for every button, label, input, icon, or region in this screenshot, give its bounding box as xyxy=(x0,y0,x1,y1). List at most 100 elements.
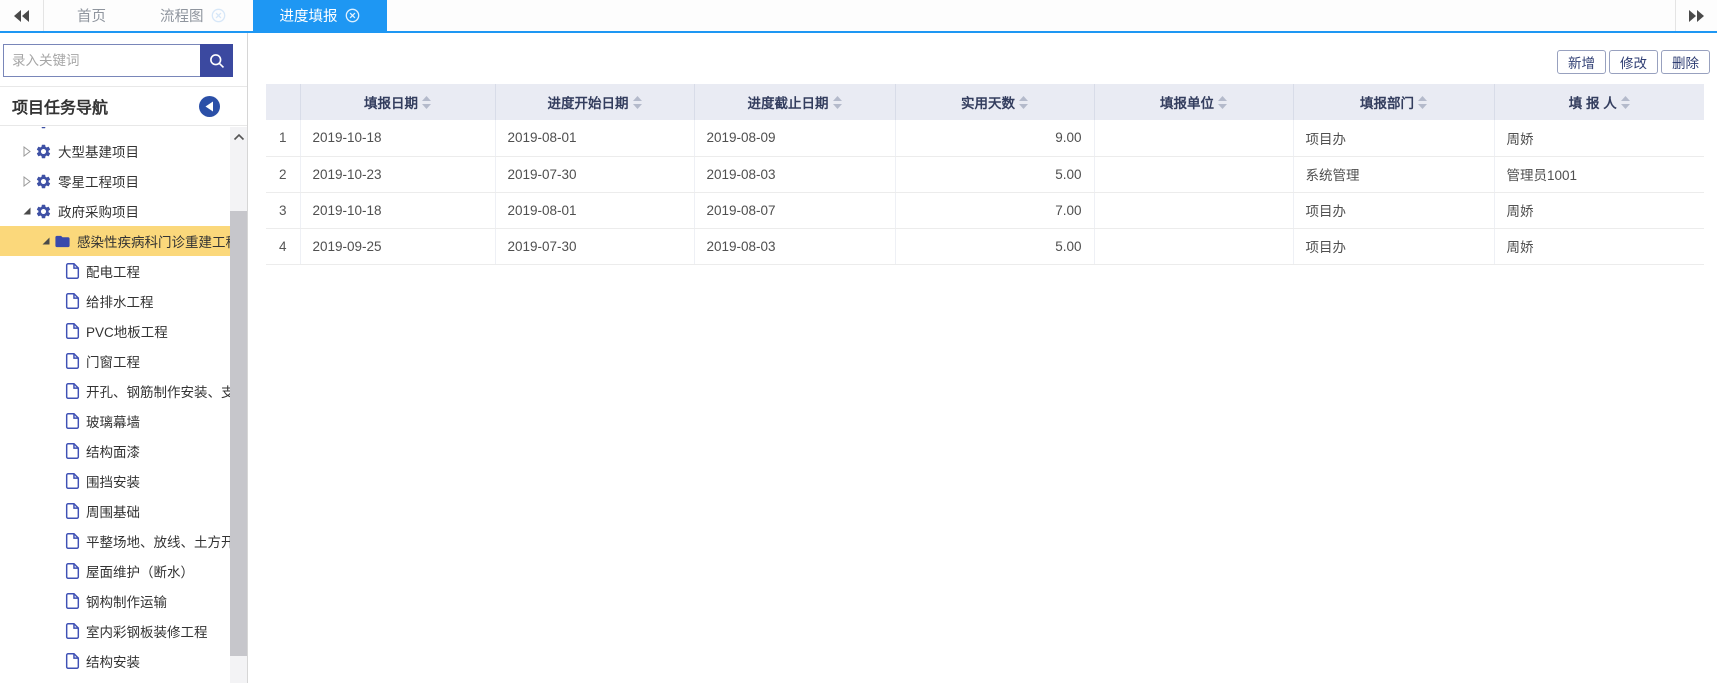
column-label: 进度截止日期 xyxy=(747,96,829,111)
tree-item-category[interactable]: 大型基建项目 xyxy=(0,136,230,166)
table-header-cell[interactable]: 填 报 人 xyxy=(1493,84,1704,120)
tree-item-category[interactable]: 零星工程项目 xyxy=(0,166,230,196)
scroll-tabs-left-button[interactable] xyxy=(0,0,44,31)
tree-item-task[interactable]: 平整场地、放线、土方开挖 xyxy=(0,526,230,556)
tree-item-category[interactable]: 政府采购项目 xyxy=(0,196,230,226)
document-icon xyxy=(65,623,80,639)
delete-button[interactable]: 删除 xyxy=(1661,50,1710,74)
sort-icon xyxy=(1418,95,1427,109)
double-chevron-left-icon xyxy=(14,9,29,22)
table-header-cell[interactable]: 填报单位 xyxy=(1093,84,1293,120)
tree-item-task[interactable]: 给排水工程 xyxy=(0,286,230,316)
tree-item-task[interactable]: 玻璃幕墙 xyxy=(0,406,230,436)
expanded-arrow-icon xyxy=(23,207,30,215)
tab-strip: 首页 流程图 进度填报 xyxy=(50,0,387,31)
table-header-cell[interactable]: 进度截止日期 xyxy=(693,84,895,120)
scrollbar-thumb[interactable] xyxy=(230,211,247,656)
column-label: 实用天数 xyxy=(961,96,1015,111)
tab-label: 首页 xyxy=(77,9,106,25)
tree-item-task[interactable]: 围挡安装 xyxy=(0,466,230,496)
tree-item-task[interactable]: 周围基础 xyxy=(0,496,230,526)
tree-item-task[interactable]: 开孔、钢筋制作安装、支模 xyxy=(0,376,230,406)
table-cell: 1 xyxy=(266,120,300,157)
project-task-tree: 大型基建项目零星工程项目 政府采购项目感染性疾病科门诊重建工程配电工程给排水工程 P… xyxy=(0,127,230,683)
tree-item-label: 屋面维护（断水） xyxy=(86,565,194,580)
search-input[interactable] xyxy=(3,44,200,77)
table-cell xyxy=(1093,192,1293,229)
table-row[interactable]: 2 2019-10-23 2019-07-30 2019-08-03 5.00 系统管理管… xyxy=(266,156,1704,193)
scroll-up-button[interactable] xyxy=(230,127,247,147)
document-icon xyxy=(65,533,80,549)
tree-item-label: 结构安装 xyxy=(86,655,140,670)
table-cell: 2019-08-01 xyxy=(494,192,694,229)
add-button[interactable]: 新增 xyxy=(1557,50,1606,74)
tree-item-task[interactable]: PVC地板工程 xyxy=(0,316,230,346)
tree-item-label: 配电工程 xyxy=(86,265,140,280)
tree-item-folder[interactable]: 感染性疾病科门诊重建工程 xyxy=(0,226,230,256)
tree-item-label: 零星工程项目 xyxy=(58,175,139,190)
tree-item-task[interactable]: 室内彩钢板装修工程 xyxy=(0,616,230,646)
tree-item-label: PVC地板工程 xyxy=(86,325,168,340)
document-icon xyxy=(65,563,80,579)
table-cell: 2019-10-18 xyxy=(299,120,495,157)
document-icon xyxy=(65,503,80,519)
column-label: 填报单位 xyxy=(1160,96,1214,111)
document-icon xyxy=(65,353,80,369)
tree-item-label: 政府采购项目 xyxy=(58,205,139,220)
scroll-tabs-right-button[interactable] xyxy=(1675,0,1717,31)
tab-label: 进度填报 xyxy=(279,9,338,25)
table-cell: 3 xyxy=(266,192,300,229)
tree-item-task[interactable]: 结构面漆 xyxy=(0,436,230,466)
table-cell: 7.00 xyxy=(894,192,1094,229)
table-cell: 5.00 xyxy=(894,228,1094,265)
tree-toggle[interactable] xyxy=(20,145,33,157)
close-tab-button[interactable] xyxy=(211,8,226,23)
table-cell: 5.00 xyxy=(894,156,1094,193)
table-header-cell[interactable]: 实用天数 xyxy=(894,84,1094,120)
close-tab-button[interactable] xyxy=(345,8,360,23)
folder-icon xyxy=(55,235,70,247)
tab-label: 流程图 xyxy=(160,9,204,25)
tree-item-label: 感染性疾病科门诊重建工程 xyxy=(77,235,230,250)
collapse-panel-button[interactable] xyxy=(199,95,220,117)
tree-item-task[interactable]: 屋面维护（断水） xyxy=(0,556,230,586)
table-row[interactable]: 3 2019-10-18 2019-08-01 2019-08-07 7.00 项目办 周娇 xyxy=(266,192,1704,229)
table-cell: 项目办 xyxy=(1292,120,1494,157)
close-tab-icon xyxy=(345,8,359,23)
table-row[interactable]: 1 2019-10-18 2019-08-01 2019-08-09 9.00 项目办 周娇 xyxy=(266,120,1704,157)
table-cell: 2019-10-23 xyxy=(299,156,495,193)
triangle-left-icon xyxy=(205,101,213,111)
tree-item-task[interactable]: 配电工程 xyxy=(0,256,230,286)
column-label: 填报日期 xyxy=(364,96,418,111)
document-icon xyxy=(65,653,80,669)
tree-toggle[interactable] xyxy=(39,236,52,246)
table-cell: 2019-08-07 xyxy=(693,192,895,229)
tab-flowchart[interactable]: 流程图 xyxy=(133,0,253,31)
table-header-cell[interactable]: 填报部门 xyxy=(1292,84,1494,120)
tree-toggle[interactable] xyxy=(20,206,33,216)
tree-item-task[interactable]: 钢构制作运输 xyxy=(0,586,230,616)
tree-item-label: 周围基础 xyxy=(86,505,140,520)
tree-item-task[interactable]: 结构安装 xyxy=(0,646,230,676)
table-header-cell[interactable]: 进度开始日期 xyxy=(494,84,694,120)
table-header-cell[interactable]: 填报日期 xyxy=(299,84,495,120)
document-icon xyxy=(65,263,80,279)
document-icon xyxy=(65,413,80,429)
tree-item-task[interactable]: 门窗工程 xyxy=(0,346,230,376)
tab-home[interactable]: 首页 xyxy=(50,0,133,31)
collapsed-arrow-icon xyxy=(23,175,31,187)
tree-item-category[interactable] xyxy=(0,127,230,136)
gear-icon xyxy=(36,204,51,218)
tree-scrollbar[interactable] xyxy=(230,127,247,683)
modify-button[interactable]: 修改 xyxy=(1609,50,1658,74)
expanded-arrow-icon xyxy=(42,237,49,245)
table-cell: 2019-08-09 xyxy=(693,120,895,157)
tree-toggle[interactable] xyxy=(20,175,33,187)
sort-icon xyxy=(422,95,431,109)
tab-progress-report[interactable]: 进度填报 xyxy=(252,0,387,31)
gear-icon xyxy=(41,127,46,128)
search-button[interactable] xyxy=(200,44,233,77)
tree-item-label: 平整场地、放线、土方开挖 xyxy=(86,535,230,550)
table-cell: 系统管理 xyxy=(1292,156,1494,193)
table-row[interactable]: 4 2019-09-25 2019-07-30 2019-08-03 5.00 项目办 周娇 xyxy=(266,228,1704,265)
